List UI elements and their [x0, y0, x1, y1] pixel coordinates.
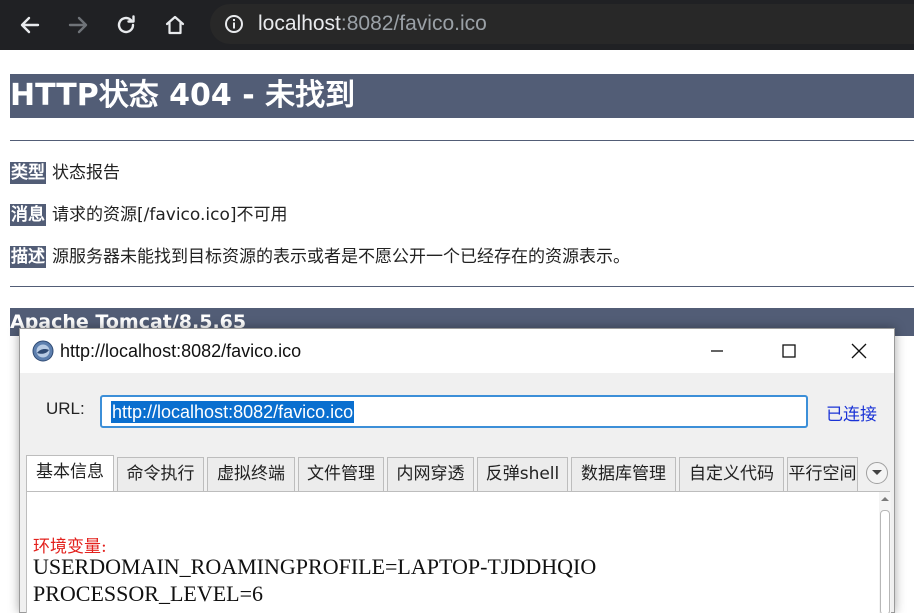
close-button[interactable] [836, 335, 882, 367]
type-value: 状态报告 [52, 163, 120, 183]
scroll-up-icon[interactable] [880, 494, 890, 504]
url-input-value: http://localhost:8082/favico.ico [111, 401, 355, 423]
description-label: 描述 [10, 246, 46, 268]
address-bar[interactable]: localhost:8082/favico.ico [210, 4, 914, 44]
minimize-button[interactable] [694, 335, 740, 367]
tab-database-manager[interactable]: 数据库管理 [571, 457, 676, 491]
message-label: 消息 [10, 204, 46, 226]
reload-icon [117, 15, 135, 34]
description-row: 描述 源服务器未能找到目标资源的表示或者是不愿公开一个已经存在的资源表示。 [10, 245, 630, 269]
tab-file-manager[interactable]: 文件管理 [298, 457, 384, 491]
env-var-line: PROCESSOR_LEVEL=6 [33, 581, 263, 606]
close-icon [851, 343, 867, 359]
app-window: http://localhost:8082/favico.ico URL: ht… [19, 328, 895, 613]
tab-parallel-space[interactable]: 平行空间 [787, 457, 858, 491]
chevron-down-icon [872, 470, 882, 475]
tab-overflow-button[interactable] [866, 462, 888, 484]
url-path: :8082/favico.ico [340, 12, 487, 35]
env-var-line: USERDOMAIN_ROAMINGPROFILE=LAPTOP-TJDDHQI… [33, 554, 597, 579]
page-title: HTTP状态 404 - 未找到 [10, 74, 914, 118]
address-url: localhost:8082/favico.ico [258, 11, 487, 37]
arrow-left-icon [20, 16, 40, 34]
tab-custom-code[interactable]: 自定义代码 [679, 457, 784, 491]
home-icon [165, 15, 185, 35]
url-host: localhost [258, 12, 341, 35]
arrow-right-icon [68, 16, 88, 34]
connection-status[interactable]: 已连接 [826, 400, 877, 425]
divider [10, 140, 914, 141]
url-input[interactable]: http://localhost:8082/favico.ico [100, 395, 808, 428]
back-button[interactable] [13, 8, 47, 42]
message-row: 消息 请求的资源[/favico.ico]不可用 [10, 203, 288, 227]
tab-command-exec[interactable]: 命令执行 [117, 457, 204, 491]
divider [10, 286, 914, 287]
tab-basic-info[interactable]: 基本信息 [26, 455, 114, 492]
window-title: http://localhost:8082/favico.ico [60, 341, 302, 361]
home-button[interactable] [158, 8, 192, 42]
type-row: 类型 状态报告 [10, 161, 120, 185]
description-value: 源服务器未能找到目标资源的表示或者是不愿公开一个已经存在的资源表示。 [52, 247, 630, 267]
site-info-icon[interactable] [224, 14, 244, 34]
url-label: URL: [46, 399, 85, 418]
minimize-icon [711, 350, 723, 352]
basic-info-panel: 环境变量: USERDOMAIN_ROAMINGPROFILE=LAPTOP-T… [26, 491, 891, 613]
window-titlebar[interactable]: http://localhost:8082/favico.ico [20, 329, 894, 373]
tab-bar: 基本信息 命令执行 虚拟终端 文件管理 内网穿透 反弹shell 数据库管理 自… [26, 455, 890, 492]
message-value: 请求的资源[/favico.ico]不可用 [52, 205, 288, 225]
type-label: 类型 [10, 162, 46, 184]
scrollbar-thumb[interactable] [880, 510, 890, 613]
tab-reverse-shell[interactable]: 反弹shell [477, 457, 568, 491]
browser-toolbar: localhost:8082/favico.ico [0, 0, 914, 50]
maximize-icon [782, 344, 796, 358]
vertical-scrollbar[interactable] [879, 492, 891, 613]
tab-virtual-terminal[interactable]: 虚拟终端 [207, 457, 295, 491]
maximize-button[interactable] [766, 335, 812, 367]
app-logo-icon [32, 340, 54, 362]
forward-button[interactable] [61, 8, 95, 42]
tab-intranet-tunnel[interactable]: 内网穿透 [387, 457, 474, 491]
reload-button[interactable] [109, 8, 143, 42]
